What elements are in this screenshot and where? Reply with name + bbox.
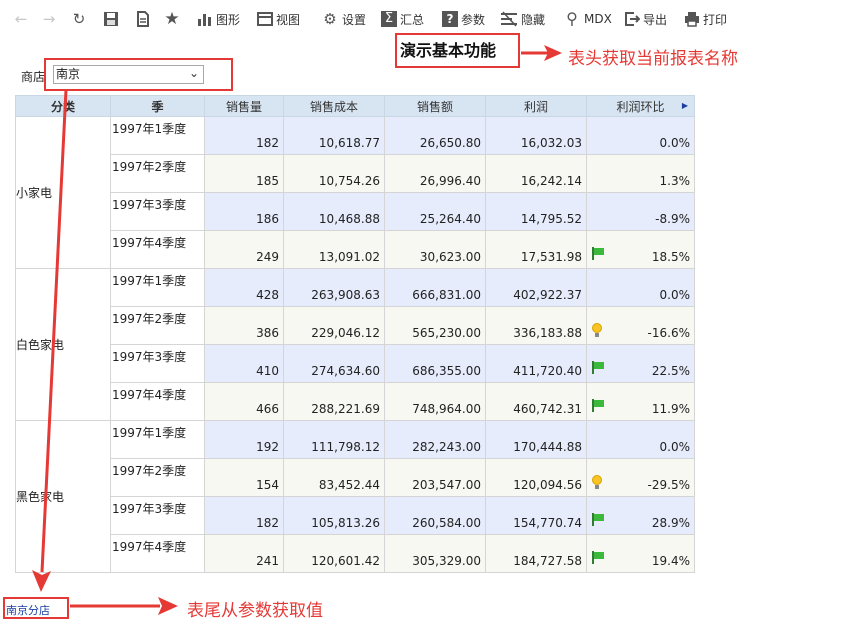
annotation-arrows (32, 45, 562, 615)
vertical-arrow-head (32, 570, 51, 592)
footer-arrow-head (158, 597, 178, 615)
vertical-arrow-line (40, 89, 68, 573)
